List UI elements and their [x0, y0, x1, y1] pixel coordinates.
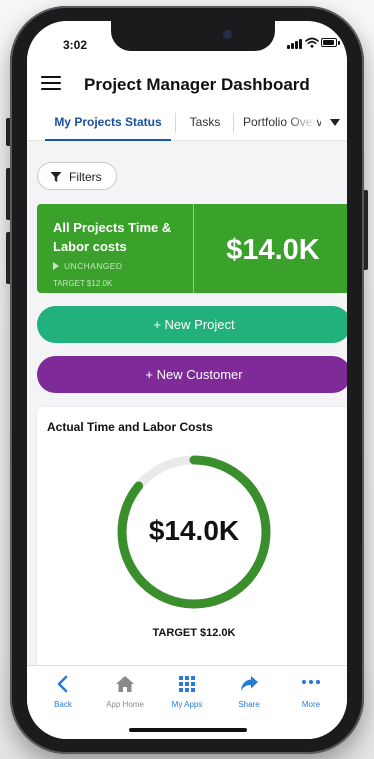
- notch: [111, 21, 275, 51]
- tab-bar: My Projects Status Tasks Portfolio Overv…: [27, 105, 347, 141]
- status-bar: 3:02: [27, 21, 347, 65]
- gauge-chart: [117, 455, 271, 609]
- new-customer-button[interactable]: + New Customer: [37, 356, 347, 393]
- device-scene: 3:02 Project Manager Dashboard My Projec…: [0, 0, 374, 759]
- battery-tip: [338, 41, 340, 45]
- tab-overflow-caret-down-icon[interactable]: [323, 105, 347, 140]
- battery-icon: [321, 38, 337, 47]
- filters-button[interactable]: Filters: [37, 162, 117, 190]
- home-icon: [116, 676, 134, 692]
- play-triangle-icon: [53, 262, 59, 270]
- status-time: 3:02: [63, 38, 88, 52]
- nav-share[interactable]: Share: [217, 672, 281, 712]
- filter-funnel-icon: [50, 172, 62, 182]
- chevron-left-icon: [57, 675, 68, 693]
- tab-label: Tasks: [189, 115, 221, 129]
- kpi-title: All Projects Time & Labor costs: [53, 220, 172, 254]
- kpi-change-label: UNCHANGED: [64, 261, 123, 271]
- new-project-button[interactable]: + New Project: [37, 306, 347, 343]
- front-camera: [223, 30, 232, 39]
- grid-icon: [179, 676, 195, 692]
- nav-label: My Apps: [171, 700, 203, 709]
- kpi-target: TARGET $12.0K: [53, 279, 113, 288]
- tab-label: My Projects Status: [54, 115, 162, 129]
- hamburger-menu-icon[interactable]: [41, 76, 61, 92]
- home-indicator: [129, 728, 247, 732]
- tab-divider: [233, 113, 234, 133]
- nav-my-apps[interactable]: My Apps: [155, 672, 219, 712]
- nav-label: App Home: [106, 700, 144, 709]
- app-header: Project Manager Dashboard: [27, 65, 347, 105]
- kpi-value: $14.0K: [226, 234, 320, 266]
- gauge-value: $14.0K: [148, 515, 240, 546]
- tab-overflow-fade: [287, 105, 317, 140]
- nav-label: More: [301, 700, 321, 709]
- share-icon: [241, 676, 258, 691]
- kpi-change-status: UNCHANGED: [53, 261, 122, 271]
- nav-more[interactable]: More: [279, 672, 343, 712]
- status-icons: [287, 37, 341, 49]
- kpi-card-time-labor[interactable]: All Projects Time & Labor costs UNCHANGE…: [37, 204, 347, 293]
- page-title: Project Manager Dashboard: [84, 75, 310, 94]
- more-dots-icon: [301, 679, 321, 685]
- active-tab-indicator: [45, 139, 171, 141]
- gauge-target: TARGET $12.0K: [152, 627, 236, 639]
- kpi-divider: [193, 204, 194, 293]
- nav-back[interactable]: Back: [31, 672, 95, 712]
- phone-screen: 3:02 Project Manager Dashboard My Projec…: [27, 21, 347, 739]
- nav-label: Back: [54, 700, 72, 709]
- nav-app-home[interactable]: App Home: [93, 672, 157, 712]
- tab-my-projects-status[interactable]: My Projects Status: [45, 105, 171, 141]
- tab-tasks[interactable]: Tasks: [180, 105, 230, 141]
- tab-divider: [175, 113, 176, 133]
- wifi-icon: [305, 37, 319, 48]
- filters-label: Filters: [69, 170, 102, 184]
- gauge-card: Actual Time and Labor Costs $14.0K TARGE…: [37, 407, 347, 697]
- nav-label: Share: [238, 700, 260, 709]
